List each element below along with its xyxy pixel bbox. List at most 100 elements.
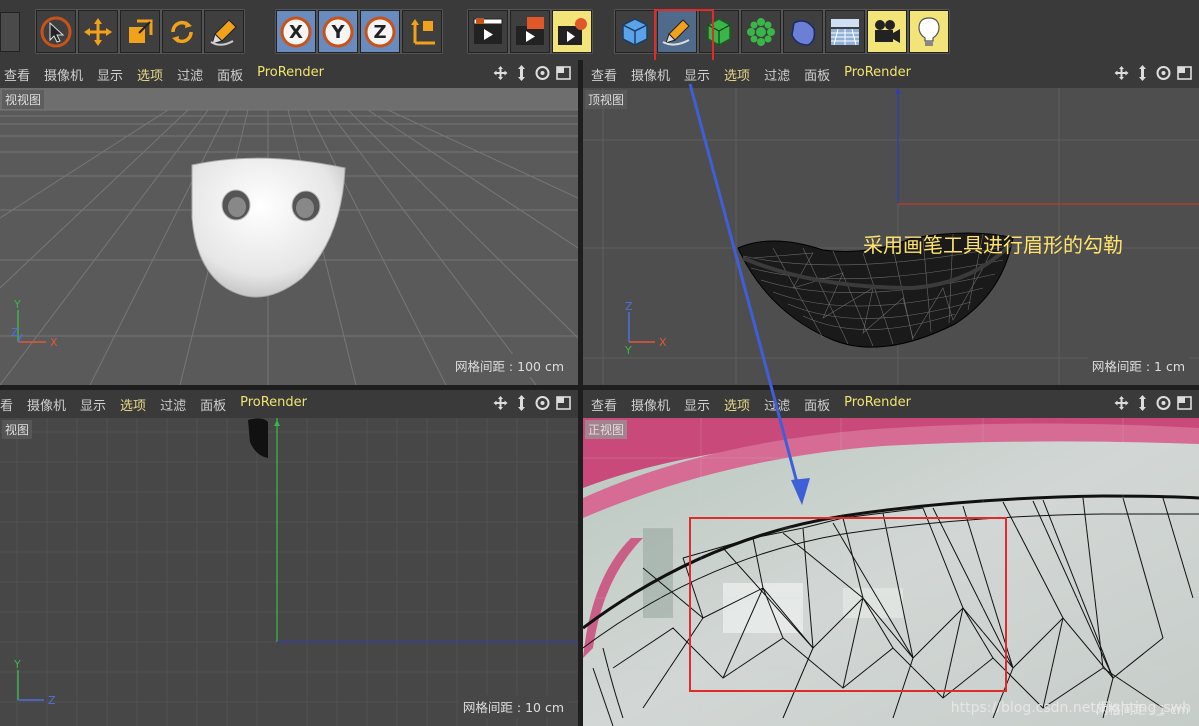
viewport-title: 视图 — [2, 420, 33, 439]
y-axis-button[interactable]: Y — [318, 10, 358, 53]
viewport-canvas[interactable]: 视图 Y Z 网格间距 : 10 cm — [0, 418, 578, 726]
select-tool-button[interactable] — [36, 10, 76, 53]
move-tool-button[interactable] — [78, 10, 118, 53]
render-picture-viewer-icon — [516, 16, 544, 45]
viewport-front[interactable]: 查看 摄像机 显示 选项 过滤 面板 ProRender 正视图 网格间距: … — [583, 390, 1199, 726]
svg-text:Y: Y — [13, 658, 21, 671]
viewport-menu-item[interactable]: ProRender — [844, 395, 911, 414]
rotate-tool-button[interactable] — [162, 10, 202, 53]
orbit-icon[interactable] — [534, 64, 551, 82]
viewport-canvas[interactable]: 视视图 Y Z X 网格间距 : 100 cm — [0, 88, 578, 385]
svg-text:X: X — [289, 22, 303, 43]
viewport-menu-item[interactable]: 选项 — [120, 395, 146, 414]
zoom-icon[interactable] — [513, 64, 530, 82]
move-icon — [84, 17, 112, 46]
svg-text:Z: Z — [48, 694, 56, 707]
viewport-menu-item[interactable]: 显示 — [684, 65, 710, 84]
viewport-menu-item[interactable]: 过滤 — [160, 395, 186, 414]
maximize-view-icon[interactable] — [555, 64, 572, 82]
coordinate-system-button[interactable] — [402, 10, 442, 53]
viewport-menu-item[interactable]: 选项 — [724, 65, 750, 84]
pen-tool-highlight-box — [654, 9, 714, 66]
viewport-divider-horizontal[interactable] — [0, 385, 1199, 390]
viewport-menu-item[interactable]: 面板 — [804, 65, 830, 84]
viewport-menu-item[interactable]: 查看 — [591, 65, 617, 84]
grid-spacing-label: 网格间距 : 10 cm — [458, 695, 568, 718]
rotate-icon — [171, 20, 193, 43]
orbit-icon[interactable] — [1155, 64, 1172, 82]
viewport-menu-item[interactable]: 选项 — [137, 65, 163, 84]
viewport-menu-item[interactable]: 面板 — [217, 65, 243, 84]
viewport-menu-item[interactable]: ProRender — [844, 65, 911, 84]
maximize-view-icon[interactable] — [1176, 64, 1193, 82]
pan-icon[interactable] — [1113, 394, 1130, 412]
camera-icon — [875, 19, 900, 43]
viewport-menu-item[interactable]: 显示 — [80, 395, 106, 414]
viewport-perspective[interactable]: 查看 摄像机 显示 选项 过滤 面板 ProRender 视视图 Y Z X 网… — [0, 60, 578, 385]
zoom-icon[interactable] — [513, 394, 530, 412]
viewport-menu-item[interactable]: 过滤 — [177, 65, 203, 84]
viewport-menu-item[interactable]: 查看 — [591, 395, 617, 414]
deformer-icon — [791, 19, 816, 46]
pan-icon[interactable] — [1113, 64, 1130, 82]
floor-button[interactable] — [825, 10, 865, 53]
viewport-right[interactable]: 看摄像机 显示 选项 过滤 面板 ProRender 视图 Y Z 网格间距:… — [0, 390, 578, 726]
viewport-nav-icons — [492, 64, 572, 82]
z-axis-button[interactable]: Z — [360, 10, 400, 53]
toolbar-group-transform — [35, 9, 245, 54]
render-view-button[interactable] — [468, 10, 508, 53]
viewport-menu-item[interactable]: ProRender — [257, 65, 324, 84]
eyebrow-outline-highlight-box — [689, 517, 1007, 692]
cloner-button[interactable] — [741, 10, 781, 53]
render-settings-button[interactable] — [552, 10, 592, 53]
viewport-menu-item[interactable]: 面板 — [804, 395, 830, 414]
live-selection-button[interactable] — [204, 10, 244, 53]
viewport-menu: 查看 摄像机 显示 选项 过滤 面板 ProRender — [583, 65, 911, 84]
maximize-view-icon[interactable] — [1176, 394, 1193, 412]
viewport-canvas[interactable]: 正视图 网格间距 : 1 cm https://blog.csdn.net/Fi… — [583, 418, 1199, 726]
svg-text:Y: Y — [624, 344, 632, 357]
zoom-icon[interactable] — [1134, 64, 1151, 82]
viewport-menu: 查看 摄像机 显示 选项 过滤 面板 ProRender — [583, 395, 911, 414]
x-axis-lock-icon: X — [280, 16, 312, 47]
render-view-icon — [473, 17, 503, 44]
pen-tool-icon — [210, 18, 237, 46]
svg-text:X: X — [659, 336, 667, 349]
viewport-menu-item[interactable]: 摄像机 — [44, 65, 83, 84]
cube-button[interactable] — [615, 10, 655, 53]
toolbar-group-render — [467, 9, 593, 54]
viewport-divider-vertical[interactable] — [578, 60, 583, 726]
svg-text:Z: Z — [11, 326, 19, 339]
maximize-view-icon[interactable] — [555, 394, 572, 412]
x-axis-button[interactable]: X — [276, 10, 316, 53]
viewport-menu-item[interactable]: 过滤 — [764, 65, 790, 84]
viewport-menu: 查看 摄像机 显示 选项 过滤 面板 ProRender — [0, 65, 324, 84]
viewport-menu-item[interactable]: 显示 — [684, 395, 710, 414]
viewport-menu-bar: 查看 摄像机 显示 选项 过滤 面板 ProRender — [583, 60, 1199, 88]
viewport-menu-item[interactable]: ProRender — [240, 395, 307, 414]
light-icon — [918, 16, 940, 46]
viewport-menu-item[interactable]: 摄像机 — [631, 65, 670, 84]
viewport-menu-item[interactable]: 摄像机 — [27, 395, 66, 414]
viewport-menu-item[interactable]: 摄像机 — [631, 395, 670, 414]
render-to-picture-viewer-button[interactable] — [510, 10, 550, 53]
svg-text:X: X — [50, 336, 58, 349]
orbit-icon[interactable] — [534, 394, 551, 412]
annotation-text: 采用画笔工具进行眉形的勾勒 — [863, 233, 1123, 257]
deformer-button[interactable] — [783, 10, 823, 53]
orbit-icon[interactable] — [1155, 394, 1172, 412]
camera-button[interactable] — [867, 10, 907, 53]
mograph-cloner-icon — [747, 17, 775, 46]
pan-icon[interactable] — [492, 64, 509, 82]
viewport-menu-item[interactable]: 看 — [0, 395, 13, 414]
pan-icon[interactable] — [492, 394, 509, 412]
scale-tool-button[interactable] — [120, 10, 160, 53]
light-button[interactable] — [909, 10, 949, 53]
viewport-menu-item[interactable]: 显示 — [97, 65, 123, 84]
viewport-menu-item[interactable]: 面板 — [200, 395, 226, 414]
zoom-icon[interactable] — [1134, 394, 1151, 412]
viewport-menu-item[interactable]: 过滤 — [764, 395, 790, 414]
viewport-menu-item[interactable]: 查看 — [4, 65, 30, 84]
viewport-menu-item[interactable]: 选项 — [724, 395, 750, 414]
viewport-top[interactable]: 查看 摄像机 显示 选项 过滤 面板 ProRender 顶视图 Z Y X 网… — [583, 60, 1199, 385]
